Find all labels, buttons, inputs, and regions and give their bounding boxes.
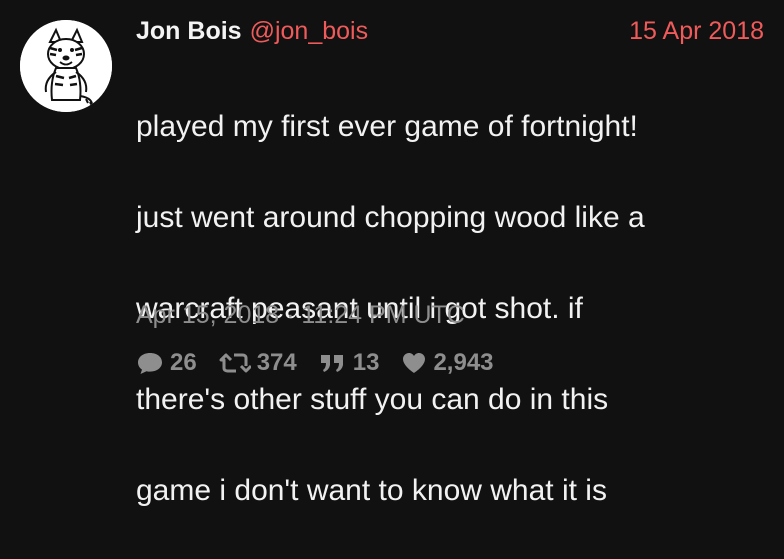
like-count[interactable]: 2,943 xyxy=(401,349,494,377)
avatar[interactable] xyxy=(20,20,112,112)
tweet-text-line: game i don't want to know what it is xyxy=(136,473,607,507)
like-count-value: 2,943 xyxy=(433,349,494,376)
reply-count[interactable]: 26 xyxy=(136,349,197,377)
tweet-text-line: just went around chopping wood like a xyxy=(136,200,645,234)
tweet-timestamp: Apr 15, 2018 · 11:24 PM UTC xyxy=(136,301,465,329)
quote-icon xyxy=(319,351,347,375)
quote-count-value: 13 xyxy=(352,349,380,376)
tweet-header: Jon Bois @jon_bois 15 Apr 2018 xyxy=(136,14,764,48)
retweet-count-value: 374 xyxy=(256,349,297,376)
heart-icon xyxy=(401,351,427,375)
tweet-text-line: played my first ever game of fortnight! xyxy=(136,109,638,143)
author-name[interactable]: Jon Bois xyxy=(136,17,242,45)
author-handle[interactable]: @jon_bois xyxy=(250,17,369,45)
comment-bubble-icon xyxy=(136,350,164,376)
retweet-icon xyxy=(219,351,251,375)
tweet-text-line: there's other stuff you can do in this xyxy=(136,382,609,416)
quote-count[interactable]: 13 xyxy=(319,349,380,377)
retweet-count[interactable]: 374 xyxy=(219,349,297,377)
tweet-stats: 26 374 13 2,943 xyxy=(136,346,516,380)
tweet-card: Jon Bois @jon_bois 15 Apr 2018 played my … xyxy=(0,0,784,507)
tweet-date-link[interactable]: 15 Apr 2018 xyxy=(629,14,764,48)
reply-count-value: 26 xyxy=(170,349,197,376)
avatar-image xyxy=(20,20,112,112)
